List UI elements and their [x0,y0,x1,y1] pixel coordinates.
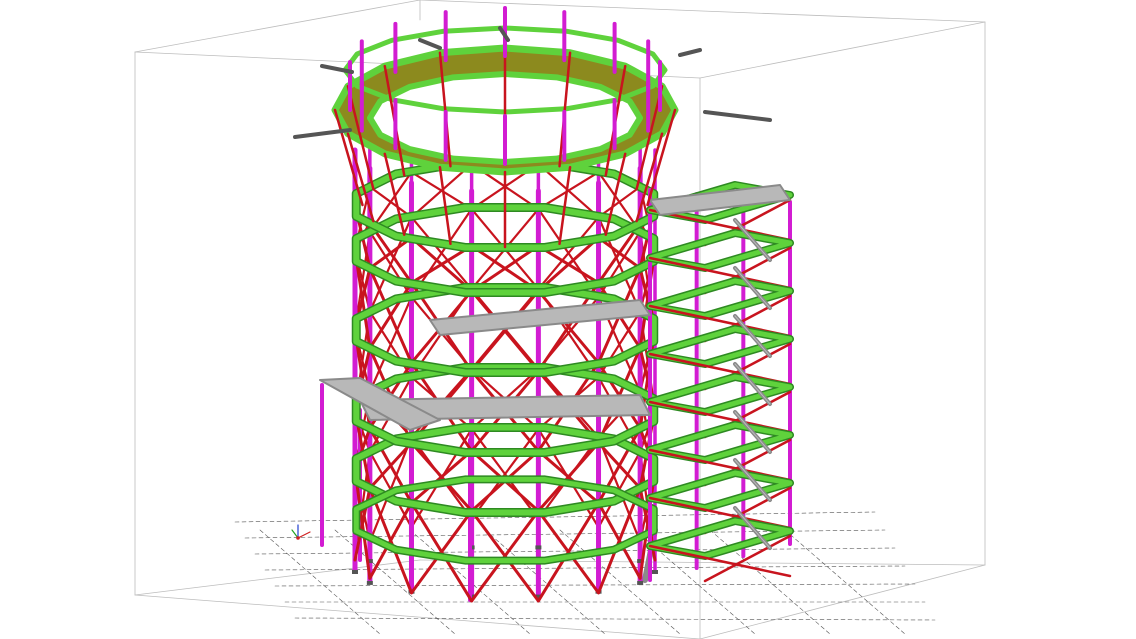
grid-line-y-7 [784,529,906,635]
cantilever-3 [678,48,702,57]
grid-line-y-3 [484,529,606,635]
cone-strut-5 [438,166,452,246]
cone-strut-3 [558,166,572,246]
top-platform [331,6,679,249]
model-viewport[interactable] [0,0,1136,639]
stair-tower [646,181,794,583]
base-plate-7 [352,570,358,574]
grid-line-x-3 [264,565,906,571]
bbox-edge-3 [699,21,986,79]
structural-model-3d-view[interactable] [0,0,1136,639]
grid-line-x-6 [294,617,936,621]
base-plate-0 [652,570,658,574]
base-plate-11 [535,545,542,550]
cantilever-5 [418,38,442,50]
brace [597,185,642,219]
brace [536,289,601,365]
brace [597,310,642,379]
base-plate-6 [366,580,373,585]
base-plate-1 [637,580,644,585]
cantilever-4 [703,110,772,122]
axes-origin [296,536,300,540]
